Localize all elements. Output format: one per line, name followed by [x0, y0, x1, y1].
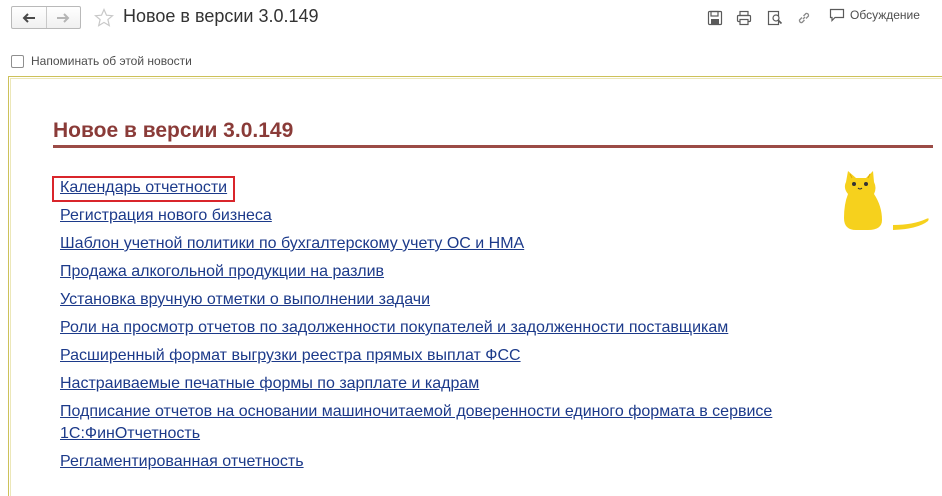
link-machine-readable-power-of-attorney[interactable]: Подписание отчетов на основании машиночи… [60, 401, 800, 445]
discussion-button[interactable]: Обсуждение [829, 8, 920, 22]
list-item: Продажа алкогольной продукции на разлив [60, 261, 800, 289]
arrow-right-icon [57, 12, 70, 23]
arrow-left-icon [22, 12, 35, 23]
link-payroll-print-forms[interactable]: Настраиваемые печатные формы по зарплате… [60, 375, 479, 392]
list-item: Регистрация нового бизнеса [60, 205, 800, 233]
speech-bubble-icon [829, 8, 845, 22]
discussion-label: Обсуждение [850, 8, 920, 22]
heading-divider [53, 145, 933, 148]
list-item: Роли на просмотр отчетов по задолженност… [60, 317, 800, 345]
link-regulated-reporting[interactable]: Регламентированная отчетность [60, 453, 304, 470]
floppy-disk-icon[interactable] [707, 10, 723, 26]
link-debt-report-roles[interactable]: Роли на просмотр отчетов по задолженност… [60, 319, 728, 336]
link-alcohol-sales[interactable]: Продажа алкогольной продукции на разлив [60, 263, 384, 280]
list-item: Подписание отчетов на основании машиночи… [60, 401, 800, 451]
forward-button[interactable] [45, 7, 81, 28]
news-heading: Новое в версии 3.0.149 [53, 119, 294, 142]
link-fss-registry-export[interactable]: Расширенный формат выгрузки реестра прям… [60, 347, 521, 364]
highlight-frame [52, 176, 235, 202]
reminder-option[interactable]: Напоминать об этой новости [11, 54, 192, 68]
cat-mascot [844, 171, 929, 230]
page-title: Новое в версии 3.0.149 [123, 6, 319, 26]
list-item: Шаблон учетной политики по бухгалтерском… [60, 233, 800, 261]
navigation-buttons [11, 6, 81, 29]
reminder-checkbox[interactable] [11, 54, 24, 68]
window-header: Новое в версии 3.0.149 Обсуждение [0, 0, 942, 38]
list-item: Регламентированная отчетность [60, 451, 800, 479]
list-item: Настраиваемые печатные формы по зарплате… [60, 373, 800, 401]
news-link-list: Календарь отчетности Регистрация нового … [60, 177, 800, 479]
link-icon[interactable] [796, 10, 812, 26]
printer-icon[interactable] [736, 10, 752, 26]
star-icon[interactable] [94, 8, 114, 28]
back-button[interactable] [12, 7, 46, 28]
print-preview-icon[interactable] [767, 10, 783, 26]
link-new-business-registration[interactable]: Регистрация нового бизнеса [60, 207, 272, 224]
reminder-label: Напоминать об этой новости [31, 54, 192, 68]
link-manual-task-completion[interactable]: Установка вручную отметки о выполнении з… [60, 291, 430, 308]
list-item: Установка вручную отметки о выполнении з… [60, 289, 800, 317]
list-item: Расширенный формат выгрузки реестра прям… [60, 345, 800, 373]
link-accounting-policy-template[interactable]: Шаблон учетной политики по бухгалтерском… [60, 235, 524, 252]
